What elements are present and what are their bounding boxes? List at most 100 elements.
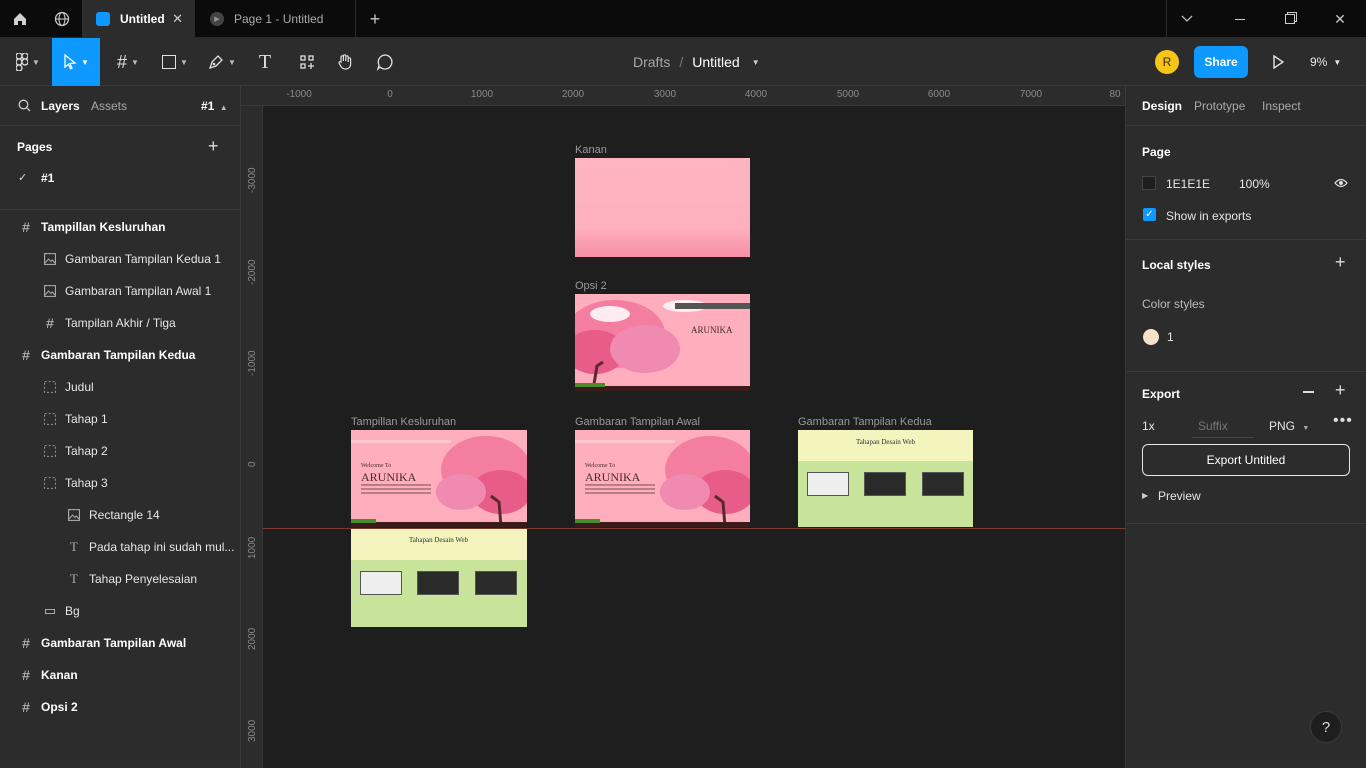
layer-row[interactable]: # Gambaran Tampilan Kedua — [0, 339, 240, 371]
layer-row[interactable]: Judul — [0, 371, 240, 403]
left-panel-tabs: Layers Assets #1 ▲ — [0, 86, 240, 126]
home-icon[interactable] — [0, 0, 40, 38]
layer-row[interactable]: # Opsi 2 — [0, 691, 240, 723]
layer-row[interactable]: # Tampillan Kesluruhan — [0, 211, 240, 243]
frame-opsi-2[interactable]: ARUNIKA — [575, 294, 750, 391]
resources-button[interactable] — [292, 38, 322, 86]
tab-inspect[interactable]: Inspect — [1262, 99, 1301, 113]
pen-tool-button[interactable]: ▼ — [202, 38, 242, 86]
current-page-indicator[interactable]: #1 ▲ — [201, 99, 228, 113]
layer-row[interactable]: Tahap 1 — [0, 403, 240, 435]
ruler-tick-label: 2000 — [247, 627, 258, 650]
layer-row[interactable]: Rectangle 14 — [0, 499, 240, 531]
file-name[interactable]: Untitled — [692, 54, 739, 70]
avatar[interactable]: R — [1155, 50, 1179, 74]
hand-tool-button[interactable] — [330, 38, 360, 86]
share-button[interactable]: Share — [1194, 46, 1248, 78]
main-menu-button[interactable]: ▼ — [8, 38, 48, 86]
export-button[interactable]: Export Untitled — [1142, 444, 1350, 476]
add-style-plus-icon[interactable]: + — [1335, 252, 1346, 273]
chevron-down-icon[interactable] — [1166, 0, 1206, 38]
community-globe-icon[interactable] — [42, 0, 82, 38]
present-play-icon[interactable] — [1266, 50, 1290, 74]
frame-label-kanan[interactable]: Kanan — [575, 144, 607, 156]
tab-design[interactable]: Design — [1142, 99, 1182, 113]
window-close-icon[interactable]: ✕ — [1320, 0, 1360, 38]
layer-label: Tahap 3 — [65, 476, 108, 490]
layer-row[interactable]: T Pada tahap ini sudah mul... — [0, 531, 240, 563]
shape-tool-button[interactable]: ▼ — [155, 38, 195, 86]
frame-tool-button[interactable]: # ▼ — [108, 38, 148, 86]
frame-label-opsi2[interactable]: Opsi 2 — [575, 280, 607, 292]
layer-row[interactable]: # Tampilan Akhir / Tiga — [0, 307, 240, 339]
restore-icon[interactable] — [1270, 0, 1310, 38]
tab-layers[interactable]: Layers — [41, 99, 80, 113]
page-color-value[interactable]: 1E1E1E — [1166, 177, 1210, 191]
frame-gambaran-tampilan-kedua[interactable]: Tahapan Desain Web — [798, 430, 973, 527]
page-item-label: #1 — [41, 171, 55, 185]
page-opacity-value[interactable]: 100% — [1239, 177, 1270, 191]
comment-icon — [376, 54, 393, 71]
layer-label: Opsi 2 — [41, 700, 78, 714]
show-in-exports-label: Show in exports — [1166, 209, 1252, 223]
minimize-icon[interactable] — [1220, 0, 1260, 38]
frame-label-kedua[interactable]: Gambaran Tampilan Kedua — [798, 416, 932, 428]
color-style-swatch[interactable] — [1143, 329, 1159, 345]
tab-untitled[interactable]: Untitled ✕ — [82, 0, 195, 38]
stage-thumbnail — [807, 472, 849, 496]
comment-tool-button[interactable] — [370, 38, 400, 86]
ruler-tick-label: 1000 — [470, 89, 494, 100]
help-button[interactable]: ? — [1310, 711, 1342, 743]
layer-label: Tampilan Akhir / Tiga — [65, 316, 176, 330]
close-tab-icon[interactable]: ✕ — [172, 11, 183, 27]
layer-row[interactable]: Tahap 3 — [0, 467, 240, 499]
eye-icon[interactable] — [1334, 177, 1348, 191]
local-styles-title: Local styles — [1142, 258, 1211, 272]
ruler-tick-label: 4000 — [744, 89, 768, 100]
frame-gambaran-tampilan-awal[interactable]: Welcome To ARUNIKA — [575, 430, 750, 527]
canvas[interactable]: Kanan Opsi 2 ARUNIKA Tampillan Kesluruha… — [263, 107, 1125, 768]
welcome-text: Welcome To — [361, 463, 392, 469]
tab-prototype[interactable]: ▶ Page 1 - Untitled — [196, 0, 356, 38]
layer-row[interactable]: T Tahap Penyelesaian — [0, 563, 240, 595]
chevron-right-icon[interactable]: ▶ — [1142, 491, 1148, 500]
move-tool-button[interactable]: ▼ — [52, 38, 100, 86]
export-scale[interactable]: 1x — [1142, 419, 1155, 433]
show-in-exports-checkbox[interactable]: ✓ — [1143, 208, 1156, 221]
frame-tampilan-akhir[interactable]: Tahapan Desain Web — [351, 529, 527, 627]
stage-thumbnail — [360, 571, 402, 595]
search-icon[interactable] — [18, 99, 31, 115]
layer-row[interactable]: # Kanan — [0, 659, 240, 691]
layer-row[interactable]: # Gambaran Tampilan Awal — [0, 627, 240, 659]
breadcrumb-drafts[interactable]: Drafts — [633, 54, 670, 70]
color-style-name[interactable]: 1 — [1167, 330, 1174, 344]
local-styles-section: Local styles + Color styles 1 — [1126, 240, 1366, 372]
preview-toggle[interactable]: Preview — [1158, 489, 1201, 503]
layer-row[interactable]: Gambaran Tampilan Kedua 1 — [0, 243, 240, 275]
frame-label-keseluruhan[interactable]: Tampillan Kesluruhan — [351, 416, 456, 428]
layer-row[interactable]: Bg — [0, 595, 240, 627]
text-tool-button[interactable]: T — [250, 38, 280, 86]
page-color-swatch[interactable] — [1142, 176, 1156, 190]
add-export-plus-icon[interactable]: + — [1335, 380, 1346, 401]
export-format-select[interactable]: PNG ▼ — [1269, 419, 1309, 433]
pages-title: Pages — [17, 140, 53, 154]
chevron-down-icon[interactable]: ▼ — [752, 58, 760, 67]
frame-kanan[interactable] — [575, 158, 750, 257]
layer-label: Gambaran Tampilan Kedua 1 — [65, 252, 221, 266]
tab-prototype[interactable]: Prototype — [1194, 99, 1245, 113]
text-icon: T — [70, 571, 78, 586]
more-options-icon[interactable]: ••• — [1333, 412, 1353, 430]
layers-panel: Layers Assets #1 ▲ Pages + ✓ #1 # Tampill… — [0, 86, 241, 768]
new-tab-plus-icon[interactable]: + — [355, 0, 395, 38]
layer-row[interactable]: Gambaran Tampilan Awal 1 — [0, 275, 240, 307]
zoom-menu[interactable]: 9% ▼ — [1310, 50, 1341, 74]
frame-label-awal[interactable]: Gambaran Tampilan Awal — [575, 416, 700, 428]
remove-export-minus-icon[interactable] — [1303, 391, 1314, 393]
export-suffix-input[interactable]: Suffix — [1192, 412, 1254, 438]
tab-assets[interactable]: Assets — [91, 99, 127, 113]
layer-row[interactable]: Tahap 2 — [0, 435, 240, 467]
page-item[interactable]: ✓ #1 — [0, 164, 240, 192]
frame-tampillan-kesluruhan[interactable]: Welcome To ARUNIKA — [351, 430, 527, 527]
add-page-plus-icon[interactable]: + — [208, 136, 219, 157]
